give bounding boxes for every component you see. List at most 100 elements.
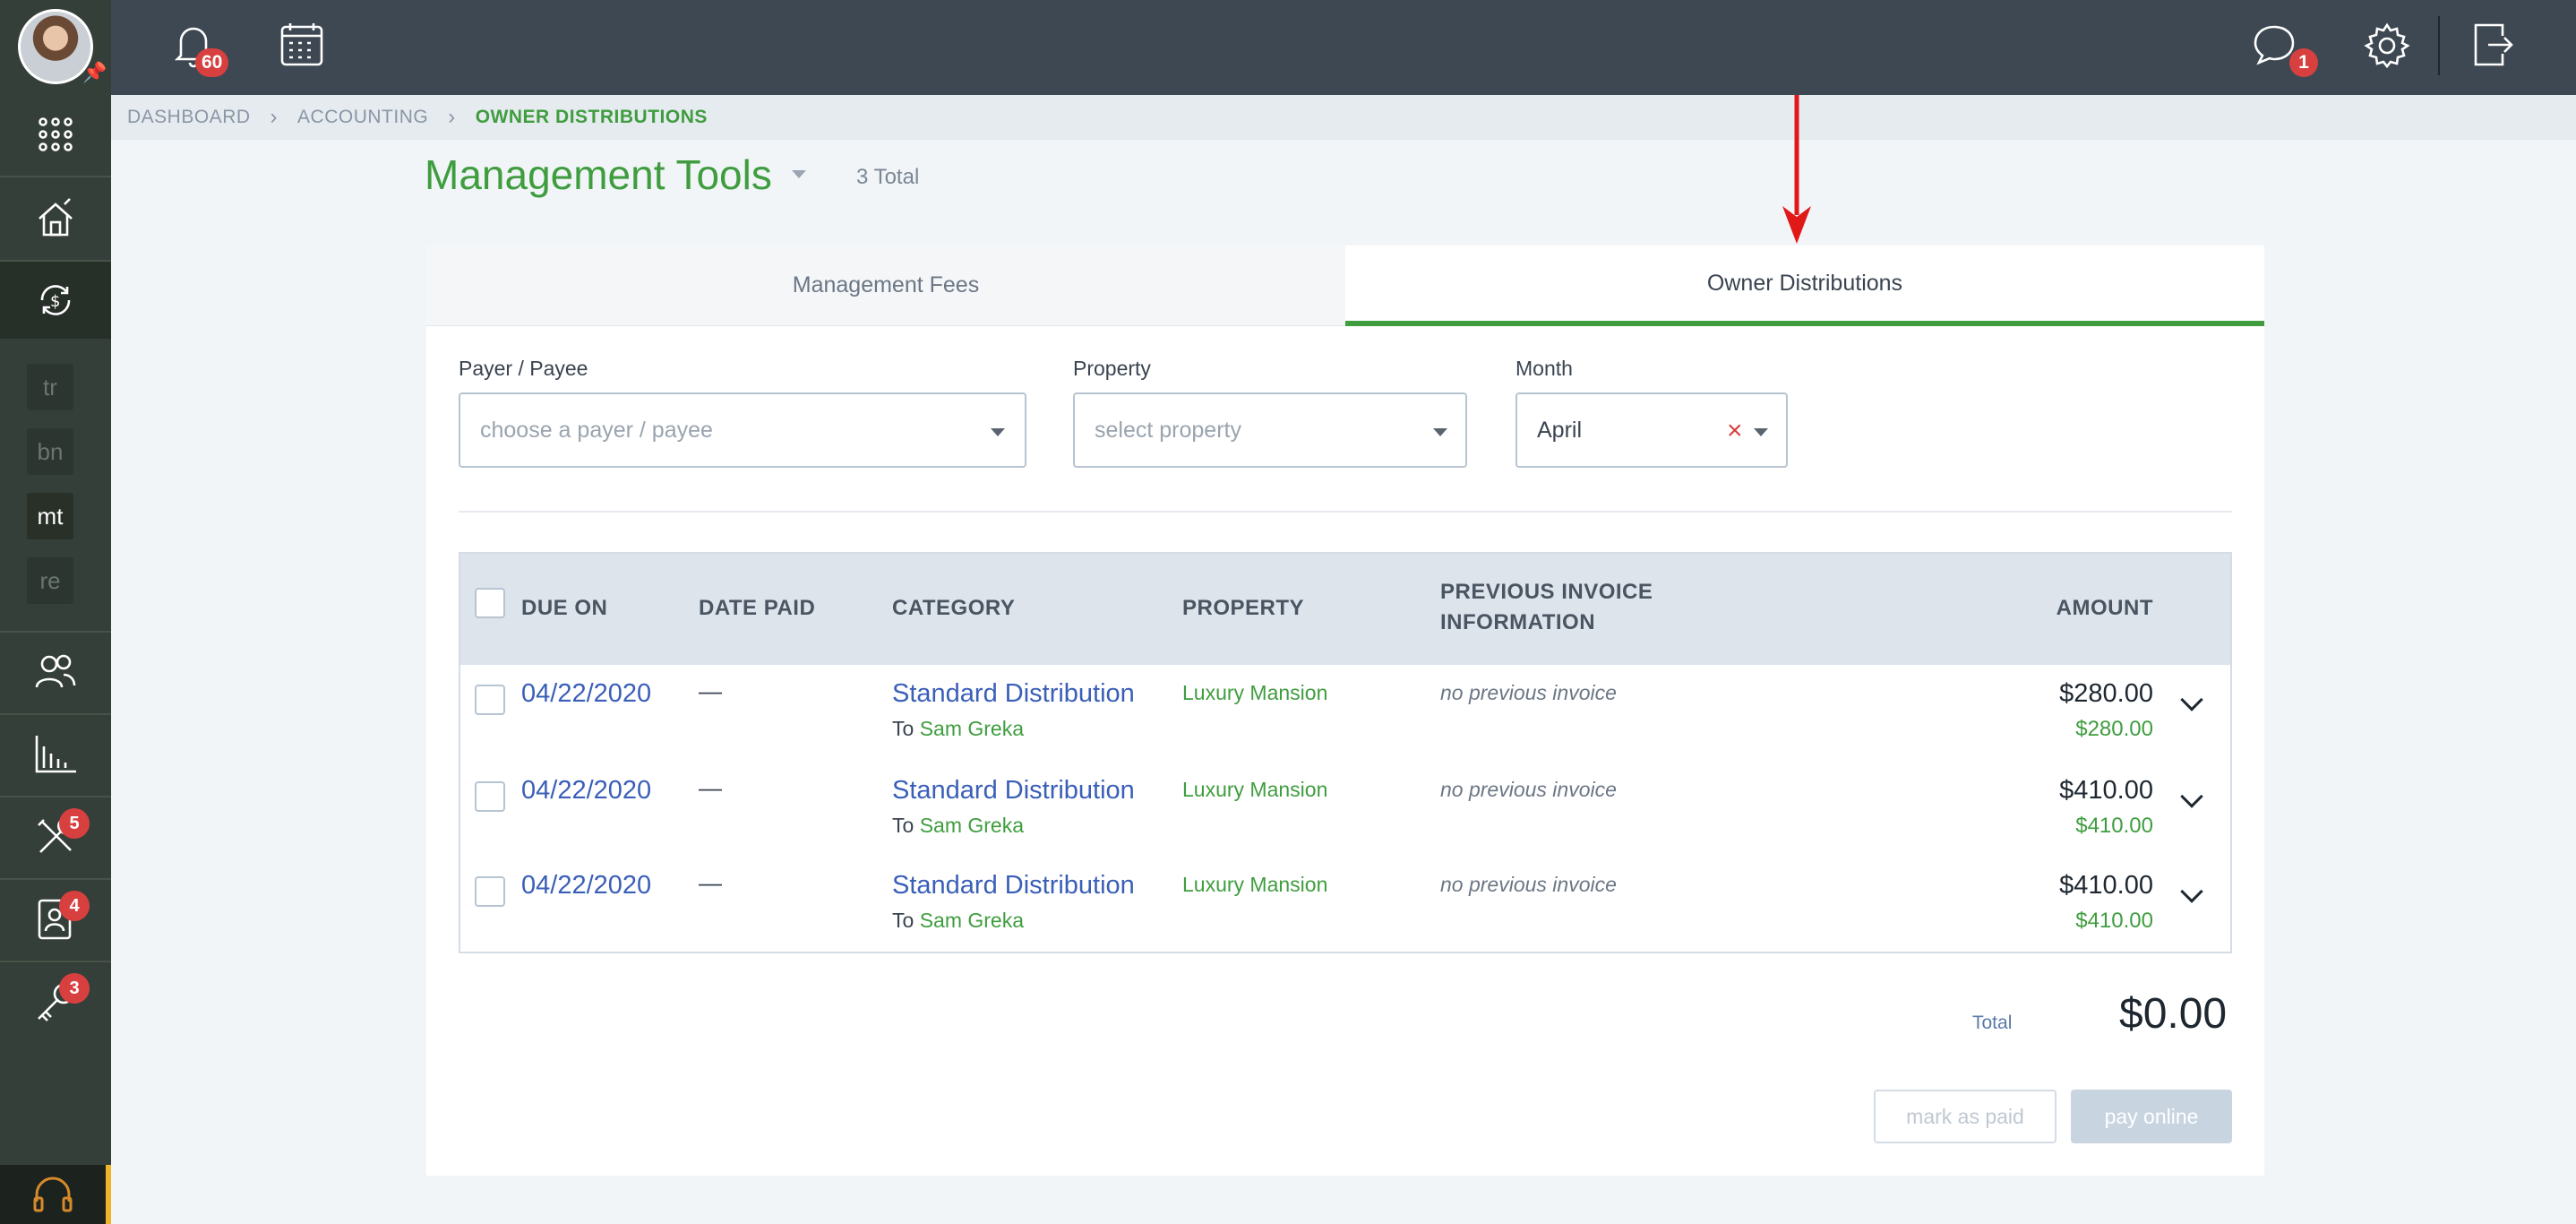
page-title[interactable]: Management Tools: [425, 151, 772, 199]
previous-invoice: no previous invoice: [1440, 778, 1617, 801]
left-sidebar: 📌 $ tr bn mt re 5 4 3: [0, 0, 111, 1224]
payee-line: To Sam Greka: [892, 909, 1025, 932]
notifications-badge: 60: [195, 48, 229, 77]
amount: $410.00: [2059, 776, 2153, 805]
month-select[interactable]: April ×: [1516, 392, 1788, 468]
property-link[interactable]: Luxury Mansion: [1182, 778, 1327, 802]
module-abbr-re[interactable]: re: [27, 557, 73, 604]
header-due-on[interactable]: DUE ON: [521, 593, 607, 624]
header-amount[interactable]: AMOUNT: [2055, 593, 2153, 624]
pay-online-button[interactable]: pay online: [2071, 1090, 2232, 1143]
gear-icon[interactable]: [2363, 22, 2411, 74]
chevron-down-icon: [991, 428, 1005, 436]
payee-link[interactable]: Sam Greka: [920, 717, 1024, 740]
row-checkbox[interactable]: [475, 781, 505, 812]
table-header: DUE ON DATE PAID CATEGORY PROPERTY PREVI…: [460, 554, 2230, 665]
contact-card-icon[interactable]: [0, 880, 111, 959]
support-button[interactable]: [0, 1165, 111, 1224]
payer-placeholder: choose a payer / payee: [480, 417, 713, 443]
total-value: $0.00: [2119, 990, 2228, 1038]
row-checkbox[interactable]: [475, 685, 505, 715]
total-count: 3 Total: [856, 165, 920, 189]
module-abbr-tr[interactable]: tr: [27, 364, 73, 410]
amount: $280.00: [2059, 679, 2153, 708]
headset-icon: [33, 1177, 73, 1212]
chevron-down-icon[interactable]: [2180, 688, 2203, 711]
breadcrumb-accounting[interactable]: ACCOUNTING: [297, 107, 428, 128]
header-category[interactable]: CATEGORY: [892, 593, 1015, 624]
select-all-checkbox[interactable]: [475, 588, 505, 618]
main-card: Management Fees Owner Distributions Paye…: [426, 246, 2264, 1176]
category-link[interactable]: Standard Distribution: [892, 679, 1135, 709]
header-date-paid[interactable]: DATE PAID: [699, 593, 815, 624]
property-select[interactable]: select property: [1073, 392, 1467, 468]
category-link[interactable]: Standard Distribution: [892, 776, 1135, 806]
property-label: Property: [1073, 357, 1151, 380]
svg-text:$: $: [50, 292, 60, 311]
chart-icon[interactable]: [0, 715, 111, 794]
property-placeholder: select property: [1095, 417, 1241, 443]
table-row[interactable]: 04/22/2020 — Standard Distribution To Sa…: [460, 857, 2230, 952]
apps-grid-icon[interactable]: [0, 99, 111, 170]
key-icon[interactable]: [0, 962, 111, 1041]
breadcrumb-separator-icon: ›: [448, 105, 456, 129]
month-label: Month: [1516, 357, 1573, 380]
header-previous-invoice: PREVIOUS INVOICE INFORMATION: [1440, 580, 1653, 634]
date-paid: —: [699, 677, 722, 704]
total-label: Total: [1972, 1013, 2013, 1033]
header-property[interactable]: PROPERTY: [1182, 593, 1304, 624]
property-link[interactable]: Luxury Mansion: [1182, 681, 1327, 705]
due-on-link[interactable]: 04/22/2020: [521, 776, 651, 806]
mark-as-paid-button[interactable]: mark as paid: [1874, 1090, 2057, 1143]
row-checkbox[interactable]: [475, 876, 505, 907]
payer-select[interactable]: choose a payer / payee: [459, 392, 1026, 468]
chevron-down-icon[interactable]: [2180, 880, 2203, 903]
pin-icon[interactable]: 📌: [82, 61, 107, 84]
payee-link[interactable]: Sam Greka: [920, 814, 1024, 837]
chevron-down-icon[interactable]: [2180, 785, 2203, 808]
breadcrumb-dashboard[interactable]: DASHBOARD: [127, 107, 251, 128]
payee-line: To Sam Greka: [892, 814, 1025, 837]
title-dropdown-icon[interactable]: [792, 170, 806, 178]
due-on-link[interactable]: 04/22/2020: [521, 871, 651, 901]
date-paid: —: [699, 869, 722, 896]
messages-badge: 1: [2289, 48, 2318, 77]
distributions-table: DUE ON DATE PAID CATEGORY PROPERTY PREVI…: [459, 552, 2232, 953]
previous-invoice: no previous invoice: [1440, 873, 1617, 896]
table-row[interactable]: 04/22/2020 — Standard Distribution To Sa…: [460, 665, 2230, 760]
module-abbr-mt[interactable]: mt: [27, 493, 73, 539]
chevron-down-icon: [1433, 428, 1447, 436]
people-icon[interactable]: [0, 633, 111, 711]
annotation-arrow-icon: [1782, 95, 1811, 244]
payer-label: Payer / Payee: [459, 357, 588, 380]
clear-icon[interactable]: ×: [1727, 416, 1743, 446]
contacts-badge: 4: [59, 891, 90, 921]
maintenance-badge: 5: [59, 808, 90, 839]
top-bar: 60 1: [111, 0, 2576, 95]
tools-icon[interactable]: [0, 797, 111, 876]
due-on-link[interactable]: 04/22/2020: [521, 679, 651, 709]
divider: [459, 511, 2232, 513]
table-row[interactable]: 04/22/2020 — Standard Distribution To Sa…: [460, 762, 2230, 857]
amount-sub: $280.00: [2075, 717, 2153, 741]
month-value: April: [1537, 417, 1583, 443]
amount: $410.00: [2059, 871, 2153, 900]
payee-line: To Sam Greka: [892, 717, 1025, 740]
chevron-down-icon[interactable]: [1754, 428, 1768, 436]
tools-badge: 3: [59, 973, 90, 1004]
previous-invoice: no previous invoice: [1440, 681, 1617, 704]
amount-sub: $410.00: [2075, 814, 2153, 838]
category-link[interactable]: Standard Distribution: [892, 871, 1135, 901]
tab-owner-distributions[interactable]: Owner Distributions: [1345, 246, 2264, 326]
payee-link[interactable]: Sam Greka: [920, 909, 1024, 932]
calendar-icon[interactable]: [279, 22, 324, 73]
money-cycle-icon[interactable]: $: [0, 262, 111, 339]
breadcrumb: DASHBOARD › ACCOUNTING › OWNER DISTRIBUT…: [111, 95, 2576, 140]
breadcrumb-owner-distributions: OWNER DISTRIBUTIONS: [475, 107, 708, 127]
tab-management-fees[interactable]: Management Fees: [426, 246, 1345, 326]
property-link[interactable]: Luxury Mansion: [1182, 873, 1327, 897]
module-abbr-bn[interactable]: bn: [27, 428, 73, 475]
logout-icon[interactable]: [2470, 22, 2515, 73]
house-icon[interactable]: [0, 179, 111, 258]
breadcrumb-separator-icon: ›: [270, 105, 279, 129]
